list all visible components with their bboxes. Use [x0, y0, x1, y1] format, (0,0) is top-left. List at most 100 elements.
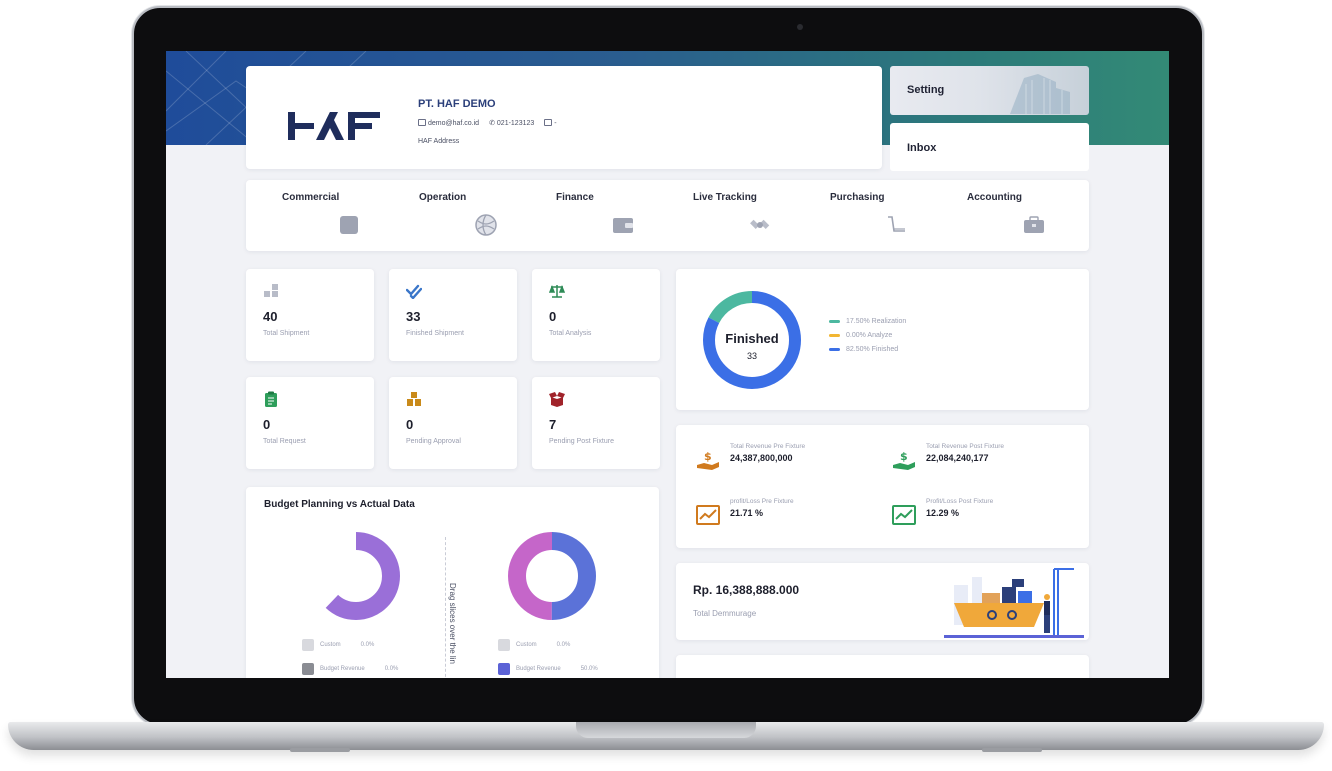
module-commercial[interactable]: Commercial — [246, 180, 386, 251]
setting-label: Setting — [907, 84, 945, 96]
profit-label: Profit/Loss Post Fixture — [926, 498, 994, 505]
chart-divider — [445, 537, 446, 678]
stat-label: Pending Approval — [406, 438, 461, 445]
stat-label: Finished Shipment — [406, 330, 464, 337]
module-label: Purchasing — [830, 192, 885, 203]
company-phone: 021-123123 — [496, 120, 535, 127]
budget-right-donut[interactable] — [506, 530, 598, 622]
open-box-icon — [549, 392, 565, 407]
stat-finished-shipment: 33 Finished Shipment — [389, 269, 517, 361]
stat-pending-post-fixture: 7 Pending Post Fixture — [532, 377, 660, 469]
demurrage-amount: Rp. 16,388,888.000 — [693, 583, 800, 597]
stat-value: 7 — [549, 417, 557, 432]
module-accounting[interactable]: Accounting — [931, 180, 1071, 251]
inbox-button[interactable]: Inbox — [890, 123, 1089, 171]
legend-percent: 50.0% — [580, 666, 598, 672]
revenue-value: 22,084,240,177 — [926, 453, 989, 463]
company-address: HAF Address — [418, 138, 460, 145]
legend-label: 17.50% Realization — [846, 318, 907, 325]
stat-total-analysis: 0 Total Analysis — [532, 269, 660, 361]
wallet-icon — [612, 214, 634, 236]
email-item: demo@haf.co.id — [418, 119, 479, 127]
legend-label: Custom — [516, 642, 537, 648]
stat-value: 33 — [406, 309, 421, 324]
budget-left-legend-revenue[interactable]: Budget Revenue 0.0% — [302, 663, 398, 675]
laptop-mockup: PT. HAF DEMO demo@haf.co.id ✆ 021-123123… — [0, 0, 1332, 771]
legend-percent: 0.0% — [384, 666, 399, 672]
budget-right-legend-revenue[interactable]: Budget Revenue 50.0% — [498, 663, 598, 675]
stat-value: 0 — [549, 309, 557, 324]
stat-value: 0 — [406, 417, 414, 432]
budget-right-legend-custom[interactable]: Custom 0.0% — [498, 639, 570, 651]
company-email: demo@haf.co.id — [428, 120, 480, 127]
legend-swatch — [498, 663, 510, 675]
money-hand-icon: $ — [697, 450, 719, 470]
shipment-status-card: Finished 33 17.50% Realization 0.00% Ana… — [676, 269, 1089, 410]
donut-slice[interactable] — [312, 532, 400, 620]
legend-swatch — [829, 334, 840, 337]
budget-left-donut[interactable] — [310, 530, 402, 622]
laptop-foot — [982, 748, 1042, 752]
phone-icon: ✆ — [489, 120, 495, 127]
revenue-value: 24,387,800,000 — [730, 453, 793, 463]
cart-icon — [886, 214, 908, 236]
stat-value: 40 — [263, 309, 278, 324]
svg-text:$: $ — [704, 450, 712, 463]
legend-label: 82.50% Finished — [846, 346, 899, 353]
module-live-tracking[interactable]: Live Tracking — [657, 180, 797, 251]
trend-up-icon — [696, 505, 720, 525]
company-card: PT. HAF DEMO demo@haf.co.id ✆ 021-123123… — [246, 66, 882, 169]
briefcase-icon — [1023, 214, 1045, 236]
mail-icon — [418, 119, 426, 126]
module-label: Live Tracking — [693, 192, 757, 203]
camera-icon — [797, 24, 803, 30]
cargo-ship-illustration — [944, 568, 1084, 638]
company-contacts: demo@haf.co.id ✆ 021-123123 - — [418, 119, 557, 127]
module-operation[interactable]: Operation — [383, 180, 523, 251]
status-donut-chart: Finished 33 — [703, 291, 801, 389]
budget-title: Budget Planning vs Actual Data — [264, 499, 415, 510]
module-label: Commercial — [282, 192, 340, 203]
legend-item[interactable]: 17.50% Realization — [829, 318, 906, 325]
stat-value: 0 — [263, 417, 271, 432]
trend-up-icon — [892, 505, 916, 525]
revenue-label: Total Revenue Post Fixture — [926, 443, 1005, 450]
setting-button[interactable]: Setting — [890, 66, 1089, 115]
budget-card: Budget Planning vs Actual Data Drag slic… — [246, 487, 659, 678]
double-check-icon — [406, 284, 422, 299]
dashboard-screen: PT. HAF DEMO demo@haf.co.id ✆ 021-123123… — [166, 51, 1169, 678]
legend-label: Budget Revenue — [516, 666, 561, 672]
laptop-notch — [576, 722, 756, 738]
legend-label: 0.00% Analyze — [846, 332, 893, 339]
globe-icon — [475, 214, 497, 236]
donut-center-value: 33 — [747, 351, 757, 361]
legend-swatch — [302, 639, 314, 651]
scale-icon — [549, 284, 565, 298]
stat-pending-approval: 0 Pending Approval — [389, 377, 517, 469]
revenue-label: Total Revenue Pre Fixture — [730, 443, 806, 450]
haf-logo — [288, 112, 380, 140]
crates-icon — [407, 392, 421, 406]
legend-swatch — [498, 639, 510, 651]
module-purchasing[interactable]: Purchasing — [794, 180, 934, 251]
legend-item[interactable]: 82.50% Finished — [829, 346, 906, 353]
revenue-post-fixture: $ Total Revenue Post Fixture 22,084,240,… — [892, 443, 1072, 483]
profit-value: 21.71 % — [730, 508, 764, 518]
legend-swatch — [829, 348, 840, 351]
boxes-icon — [264, 284, 278, 297]
revenue-card: $ Total Revenue Pre Fixture 24,387,800,0… — [676, 425, 1089, 548]
company-name: PT. HAF DEMO — [418, 98, 496, 110]
profit-pre-fixture: profit/Loss Pre Fixture 21.71 % — [696, 498, 876, 538]
module-finance[interactable]: Finance — [520, 180, 660, 251]
satellite-icon — [749, 214, 771, 236]
stat-label: Total Analysis — [549, 330, 592, 337]
legend-item[interactable]: 0.00% Analyze — [829, 332, 906, 339]
stat-total-shipment: 40 Total Shipment — [246, 269, 374, 361]
profit-label: profit/Loss Pre Fixture — [730, 498, 794, 505]
phone-item: ✆ 021-123123 — [489, 119, 534, 127]
legend-label: Budget Revenue — [320, 666, 365, 672]
demurrage-label: Total Demmurage — [693, 609, 757, 618]
inbox-label: Inbox — [907, 142, 937, 154]
budget-left-legend-custom[interactable]: Custom 0.0% — [302, 639, 374, 651]
demurrage-card: Rp. 16,388,888.000 Total Demmurage — [676, 563, 1089, 640]
